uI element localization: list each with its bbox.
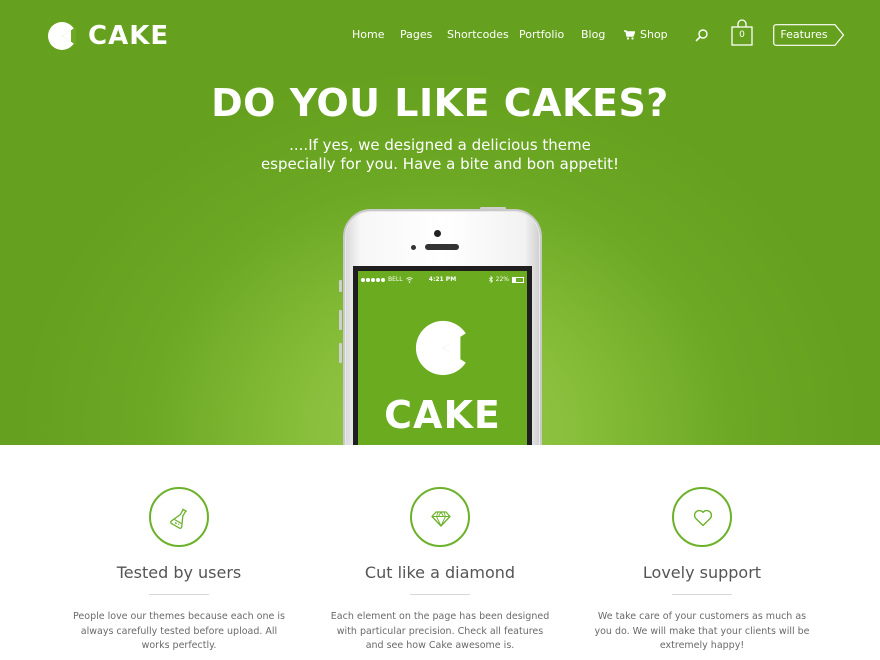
phone-speaker [425, 244, 459, 250]
feature-description: We take care of your customers as much a… [594, 611, 810, 651]
bluetooth-icon [488, 276, 493, 283]
nav-item-portfolio[interactable]: Portfolio [519, 27, 564, 43]
feature-divider [149, 594, 209, 595]
search-icon[interactable] [695, 28, 709, 42]
feature-title: Tested by users [116, 563, 242, 582]
feature-description: People love our themes because each one … [73, 611, 285, 651]
features-button-label: Features [780, 28, 828, 41]
hero-section: CAKE Home Pages Shortcodes Portfolio Blo… [0, 0, 880, 445]
phone-screen: BELL 4:21 PM 22% CAKE [353, 266, 532, 445]
feature-title: Lovely support [642, 563, 762, 582]
status-battery: 22% [488, 276, 524, 283]
hero-subline-1: ....If yes, we designed a delicious them… [289, 136, 591, 154]
feature-icon-circle [672, 487, 732, 547]
feature-divider [410, 594, 470, 595]
nav-item-shop[interactable]: Shop [624, 27, 668, 43]
phone-screen-title: CAKE [384, 393, 501, 437]
cake-logo-icon [415, 320, 471, 376]
hero-headline: DO YOU LIKE CAKES? [211, 81, 669, 125]
phone-screen-content: BELL 4:21 PM 22% CAKE [358, 271, 527, 445]
diamond-icon [431, 511, 451, 528]
phone-volume-down [339, 343, 342, 363]
nav-item-pages[interactable]: Pages [400, 27, 432, 43]
features-button[interactable]: Features [773, 24, 845, 46]
phone-mute-switch [339, 280, 342, 292]
phone-status-bar: BELL 4:21 PM 22% [358, 271, 527, 289]
phone-sensor [411, 245, 416, 250]
shopping-cart-icon [624, 30, 635, 40]
battery-icon [512, 276, 524, 283]
hero-subheadline: ....If yes, we designed a delicious them… [0, 136, 880, 174]
feature-title: Cut like a diamond [364, 563, 516, 582]
hero-subline-2: especially for you. Have a bite and bon … [260, 155, 620, 173]
shopping-bag-button[interactable]: 0 [731, 18, 753, 46]
phone-camera [434, 230, 441, 237]
nav-item-blog[interactable]: Blog [581, 27, 605, 43]
nav-item-home[interactable]: Home [352, 27, 384, 43]
nav-item-shop-label: Shop [640, 28, 668, 41]
heart-icon [693, 509, 713, 527]
feature-divider [672, 594, 732, 595]
flask-icon [170, 508, 187, 529]
feature-description: Each element on the page has been design… [330, 611, 550, 651]
cake-logo-icon [48, 22, 76, 50]
cart-count: 0 [739, 30, 745, 40]
feature-icon-circle [410, 487, 470, 547]
battery-percent: 22% [495, 276, 509, 283]
site-logo[interactable]: CAKE [47, 21, 169, 51]
nav-item-shortcodes[interactable]: Shortcodes [447, 27, 509, 43]
brand-name: CAKE [88, 21, 170, 51]
feature-icon-circle [149, 487, 209, 547]
phone-volume-up [339, 310, 342, 330]
